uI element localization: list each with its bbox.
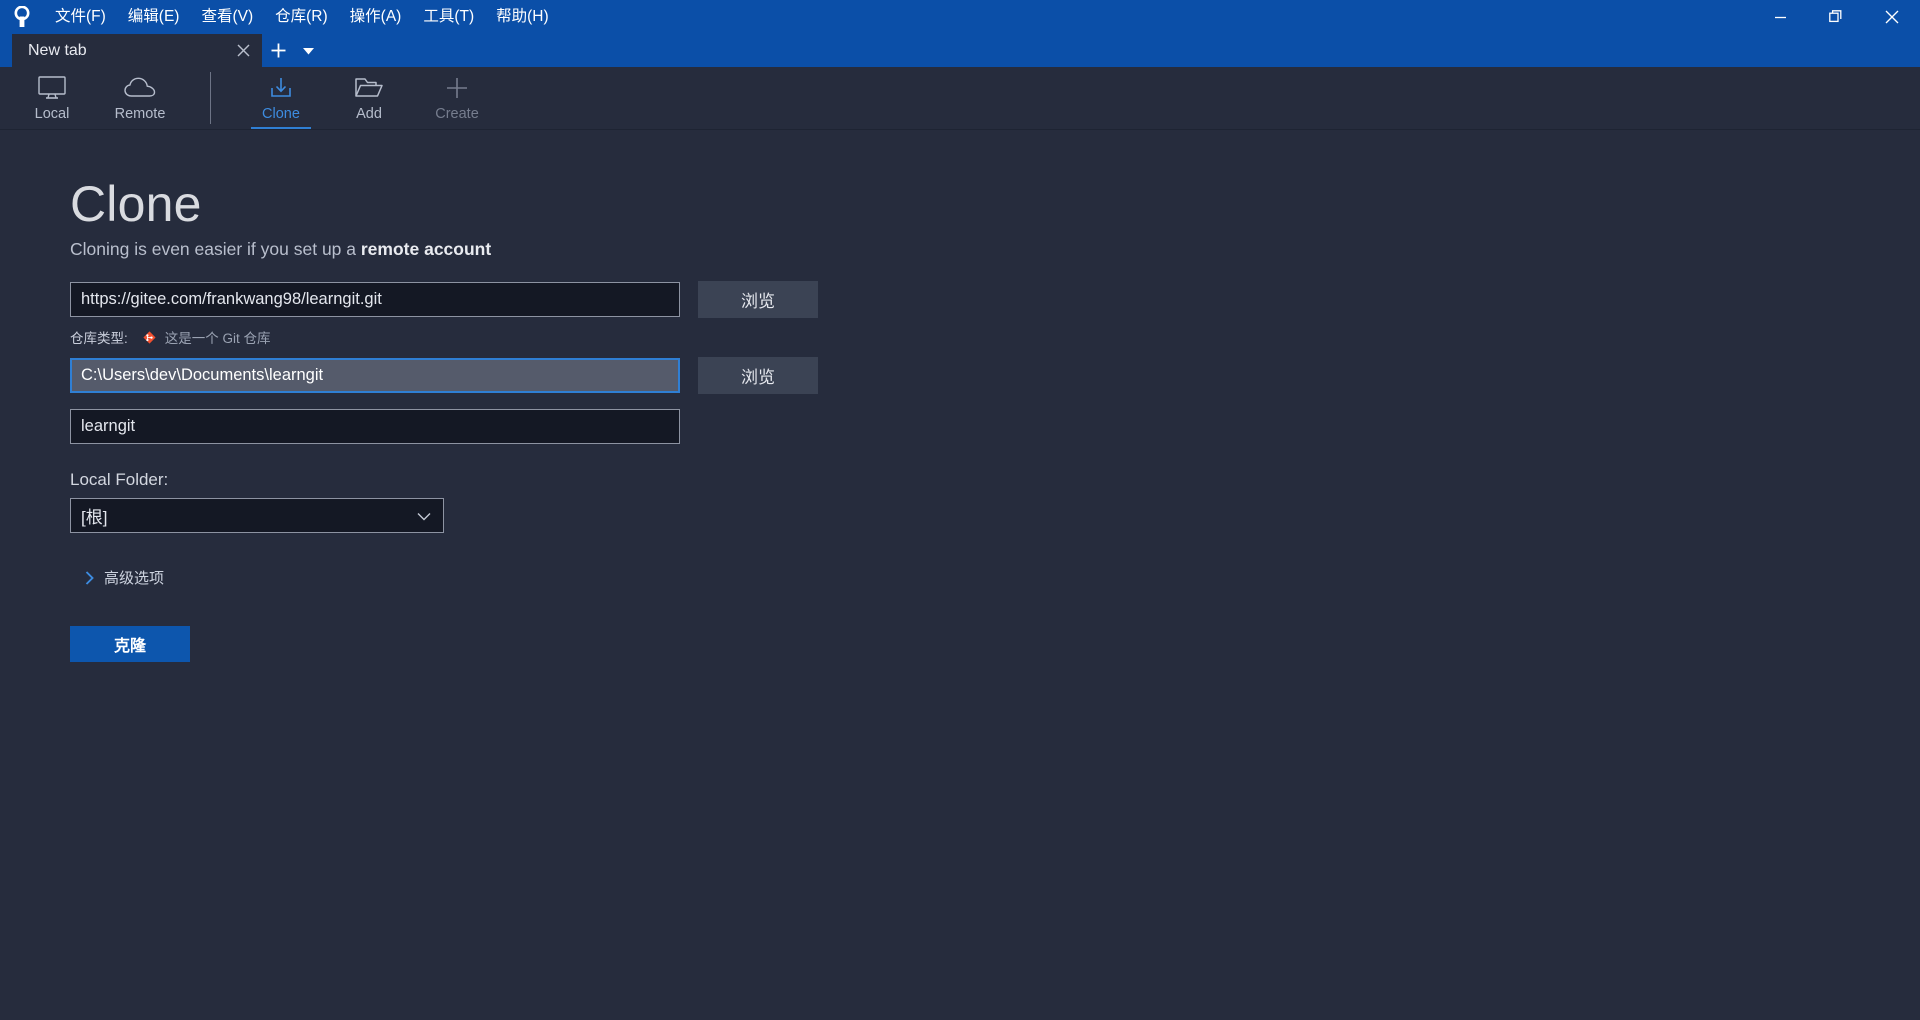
chevron-right-icon <box>78 570 100 585</box>
window-controls <box>1752 0 1920 34</box>
clone-panel: Clone Cloning is even easier if you set … <box>0 130 1920 1020</box>
plus-icon <box>445 73 469 103</box>
advanced-options-toggle[interactable]: 高级选项 <box>70 567 1920 588</box>
main-toolbar: Local Remote Clone Add Create <box>0 67 1920 130</box>
chevron-down-icon <box>417 499 431 534</box>
toolbar-label-create: Create <box>435 106 479 122</box>
plus-icon[interactable] <box>262 34 294 67</box>
local-folder-label: Local Folder: <box>70 470 169 489</box>
menu-item-help[interactable]: 帮助(H) <box>485 0 560 34</box>
app-logo-icon <box>0 0 44 34</box>
restore-icon[interactable] <box>1808 0 1864 34</box>
clone-download-icon <box>268 73 294 103</box>
source-url-input[interactable] <box>70 282 680 317</box>
close-icon[interactable] <box>1864 0 1920 34</box>
toolbar-button-add[interactable]: Add <box>325 67 413 129</box>
repository-name-input[interactable] <box>70 409 680 444</box>
tab-new-tab[interactable]: New tab <box>12 34 262 67</box>
menu-item-repository[interactable]: 仓库(R) <box>264 0 339 34</box>
toolbar-button-create[interactable]: Create <box>413 67 501 129</box>
browse-destination-button[interactable]: 浏览 <box>698 357 818 394</box>
title-bar: 文件(F) 编辑(E) 查看(V) 仓库(R) 操作(A) 工具(T) 帮助(H… <box>0 0 1920 34</box>
close-icon[interactable] <box>230 38 256 64</box>
menu-item-view[interactable]: 查看(V) <box>190 0 264 34</box>
subtitle-prefix: Cloning is even easier if you set up a <box>70 239 361 259</box>
active-tool-underline <box>251 127 311 129</box>
repository-type-row: 仓库类型: 这是一个 Git 仓库 <box>70 327 1920 347</box>
repository-name-row <box>70 409 1920 444</box>
toolbar-label-remote: Remote <box>114 106 166 122</box>
local-folder-select[interactable]: [根] <box>70 498 444 533</box>
page-subtitle: Cloning is even easier if you set up a r… <box>70 239 1920 260</box>
destination-path-input[interactable] <box>70 358 680 393</box>
git-diamond-icon <box>142 330 157 345</box>
monitor-icon <box>38 73 66 103</box>
folder-open-icon <box>354 73 384 103</box>
chevron-down-icon[interactable] <box>294 34 322 67</box>
repository-type-value: 这是一个 Git 仓库 <box>164 331 271 346</box>
toolbar-label-add: Add <box>356 106 382 122</box>
source-url-row: 浏览 <box>70 281 1920 318</box>
clone-button[interactable]: 克隆 <box>70 626 190 662</box>
tab-label: New tab <box>28 41 87 59</box>
minimize-icon[interactable] <box>1752 0 1808 34</box>
page-title: Clone <box>70 176 202 232</box>
toolbar-button-clone[interactable]: Clone <box>237 67 325 129</box>
destination-path-row: 浏览 <box>70 357 1920 394</box>
toolbar-label-clone: Clone <box>262 106 300 122</box>
remote-account-link[interactable]: remote account <box>361 239 491 259</box>
repository-type-label: 仓库类型: <box>70 331 128 346</box>
tab-strip: New tab <box>0 34 1920 67</box>
menu-bar: 文件(F) 编辑(E) 查看(V) 仓库(R) 操作(A) 工具(T) 帮助(H… <box>44 0 560 34</box>
menu-item-file[interactable]: 文件(F) <box>44 0 117 34</box>
menu-item-edit[interactable]: 编辑(E) <box>117 0 191 34</box>
browse-source-button[interactable]: 浏览 <box>698 281 818 318</box>
toolbar-separator <box>210 72 211 124</box>
toolbar-button-remote[interactable]: Remote <box>96 67 184 129</box>
menu-item-actions[interactable]: 操作(A) <box>339 0 413 34</box>
cloud-icon <box>124 73 156 103</box>
advanced-options-label: 高级选项 <box>104 570 165 587</box>
app-window: 文件(F) 编辑(E) 查看(V) 仓库(R) 操作(A) 工具(T) 帮助(H… <box>0 0 1920 1020</box>
menu-item-tools[interactable]: 工具(T) <box>412 0 485 34</box>
toolbar-label-local: Local <box>34 106 70 122</box>
local-folder-selected-value: [根] <box>81 508 108 527</box>
toolbar-button-local[interactable]: Local <box>8 67 96 129</box>
